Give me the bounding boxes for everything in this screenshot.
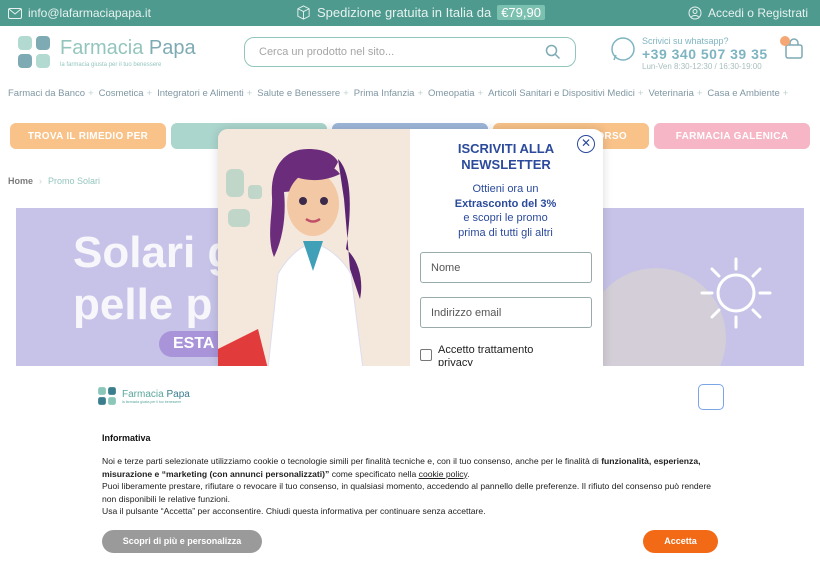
cookie-logo: Farmacia Papa la farmacia giusta per il …	[97, 386, 190, 406]
newsletter-line-3: e scopri le promo	[463, 212, 548, 224]
cookie-heading: Informativa	[102, 433, 151, 443]
cookie-close-button[interactable]	[698, 384, 724, 410]
customize-button[interactable]: Scopri di più e personalizza	[102, 530, 262, 553]
cookie-logo-name: Farmacia Papa	[122, 388, 190, 400]
name-field[interactable]: Nome	[420, 252, 592, 283]
newsletter-line-4: prima di tutti gli altri	[458, 226, 553, 239]
mail-icon	[8, 7, 22, 19]
email-text: info@lafarmaciapapa.it	[28, 6, 151, 20]
cookie-banner: Farmacia Papa la farmacia giusta per il …	[0, 366, 820, 577]
email-field[interactable]: Indirizzo email	[420, 297, 592, 328]
newsletter-subtitle: Ottieni ora un Extrasconto del 3% e scop…	[428, 182, 583, 240]
top-bar: info@lafarmaciapapa.it Spedizione gratui…	[0, 0, 820, 26]
cookie-policy-link[interactable]: cookie policy	[419, 469, 468, 479]
account-text: Accedi o Registrati	[707, 6, 808, 20]
shipping-text: Spedizione gratuita in Italia da	[317, 5, 492, 20]
shipping-notice: Spedizione gratuita in Italia da €79,90	[296, 5, 545, 20]
logo-mark-icon	[98, 387, 116, 405]
cookie-logo-tagline: la farmacia giusta per il tuo benessere	[122, 399, 182, 404]
email-link[interactable]: info@lafarmaciapapa.it	[8, 6, 151, 20]
newsletter-line-2: Extrasconto del 3%	[454, 197, 557, 210]
cookie-text: Noi e terze parti selezionate utilizziam…	[102, 456, 712, 517]
package-icon	[297, 5, 310, 20]
newsletter-title: ISCRIVITI ALLA NEWSLETTER	[457, 141, 555, 172]
shipping-price: €79,90	[497, 5, 545, 20]
account-link[interactable]: Accedi o Registrati	[688, 6, 808, 20]
newsletter-modal: ISCRIVITI ALLA NEWSLETTER ✕ Ottieni ora …	[218, 129, 603, 369]
privacy-checkbox[interactable]	[420, 349, 432, 361]
close-icon[interactable]: ✕	[577, 135, 595, 153]
newsletter-line-1: Ottieni ora un	[472, 183, 539, 195]
pharmacist-illustration	[218, 129, 410, 369]
user-icon	[688, 6, 702, 20]
accept-button[interactable]: Accetta	[643, 530, 718, 553]
